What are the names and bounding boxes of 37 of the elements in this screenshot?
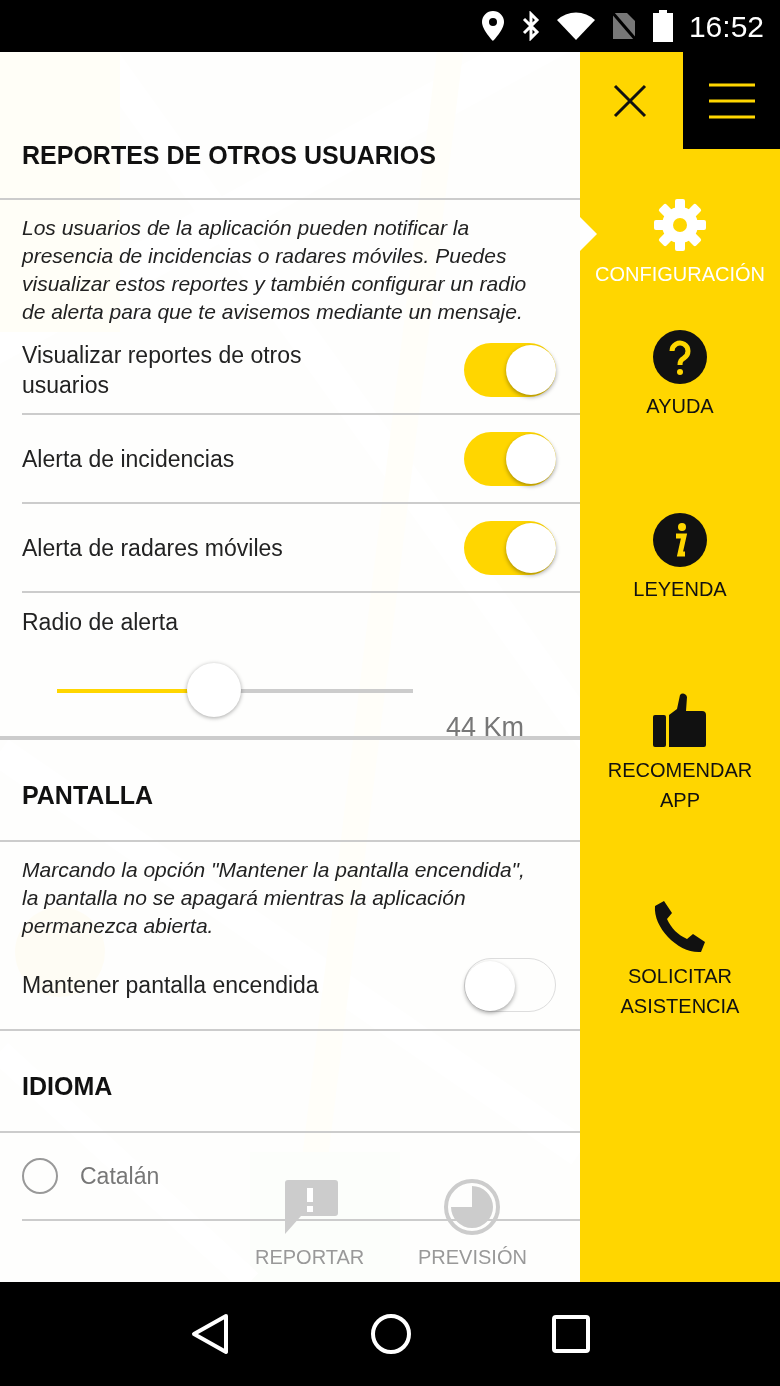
sidebar-item[interactable]: RECOMENDAR APP bbox=[580, 643, 780, 849]
radio-button[interactable] bbox=[22, 1158, 58, 1194]
setting-label: Mantener pantalla encendida bbox=[22, 970, 319, 1000]
wifi-icon bbox=[556, 12, 595, 40]
gear-icon bbox=[652, 197, 708, 253]
close-icon bbox=[613, 83, 647, 118]
clock: 16:52 bbox=[688, 8, 764, 45]
section-heading: PANTALLA bbox=[21, 779, 154, 811]
setting-label: Alerta de incidencias bbox=[22, 444, 235, 474]
battery-icon bbox=[652, 10, 673, 42]
slider-value: 44 Km bbox=[446, 711, 525, 744]
location-icon bbox=[480, 11, 505, 41]
back-icon[interactable] bbox=[190, 1313, 230, 1355]
thumbs-up-icon bbox=[652, 693, 708, 749]
option-label: Catalán bbox=[80, 1161, 160, 1191]
section-heading: REPORTES DE OTROS USUARIOS bbox=[21, 139, 437, 171]
phone-icon bbox=[652, 899, 708, 955]
home-icon[interactable] bbox=[370, 1313, 412, 1355]
setting-label: Radio de alerta bbox=[22, 608, 179, 637]
toggle-switch[interactable] bbox=[464, 431, 556, 486]
sidebar-item[interactable]: SOLICITAR ASISTENCIA bbox=[580, 849, 780, 1049]
sidebar-item[interactable]: LEYENDA bbox=[580, 462, 780, 643]
setting-label: Alerta de radares móviles bbox=[22, 533, 283, 563]
section-heading: IDIOMA bbox=[21, 1070, 114, 1102]
slider-thumb[interactable] bbox=[186, 663, 241, 717]
no-sim-icon bbox=[610, 11, 637, 41]
description-text: Los usuarios de la aplicación pueden notificar la presencia de incidencias o radares móviles. Puedes visualizar estos reportes y también configurar un radio de alerta para que te avisemos mediante un mensaje. bbox=[20, 215, 528, 325]
recents-icon[interactable] bbox=[552, 1315, 590, 1353]
menu-icon bbox=[708, 82, 755, 119]
toggle-switch[interactable] bbox=[464, 342, 556, 397]
description-text: Marcando la opción "Mantener la pantalla encendida", la pantalla no se apagará mientras la aplicación permanezca abierta. bbox=[20, 857, 526, 939]
menu-button[interactable] bbox=[683, 52, 780, 149]
setting-label: Visualizar reportes de otros usuarios bbox=[22, 340, 303, 400]
toggle-switch[interactable] bbox=[464, 520, 556, 575]
info-icon bbox=[652, 512, 708, 568]
bluetooth-icon bbox=[520, 11, 541, 41]
help-icon bbox=[652, 329, 708, 385]
